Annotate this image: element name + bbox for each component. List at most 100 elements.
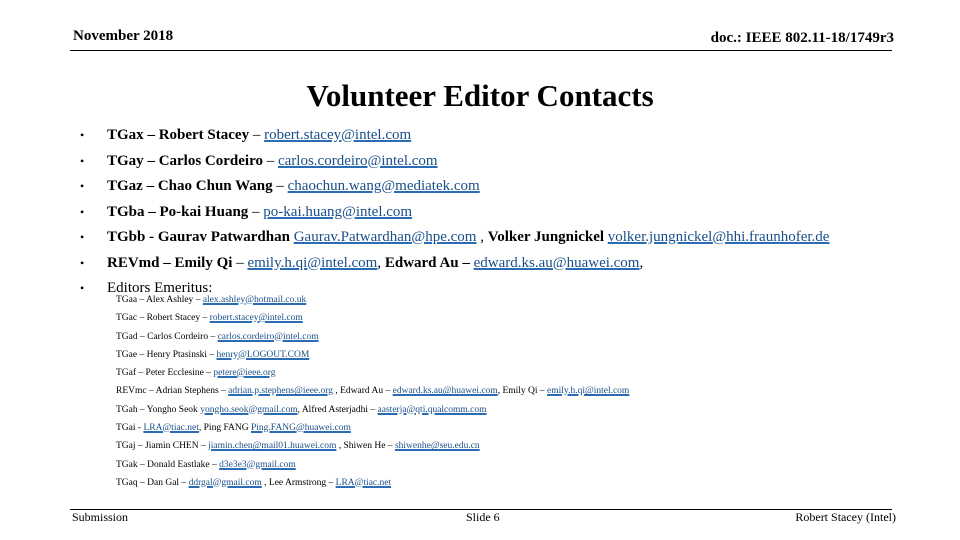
- email-link[interactable]: LRA@tiac.net: [336, 478, 391, 488]
- separator: –: [458, 254, 474, 271]
- email-link[interactable]: volker.jungnickel@hhi.fraunhofer.de: [608, 229, 830, 245]
- bullet-icon: •: [80, 230, 85, 244]
- email-link[interactable]: edward.ks.au@huawei.com: [393, 386, 498, 396]
- email-link[interactable]: emily.h.qi@intel.com: [547, 386, 629, 396]
- list-item: TGai - LRA@tiac.net, Ping FANG Ping.FANG…: [116, 421, 629, 439]
- email-link[interactable]: robert.stacey@intel.com: [210, 313, 303, 323]
- task-group: TGbb: [107, 229, 146, 245]
- editor-name: Po-kai Huang: [159, 203, 249, 220]
- task-group: TGaz: [107, 178, 143, 194]
- editor-entry: TGak – Donald Eastlake –: [116, 459, 220, 470]
- list-item: TGae – Henry Ptasinski – henry@LOGOUT.CO…: [116, 348, 629, 366]
- footer-submission: Submission: [72, 510, 129, 524]
- email-link[interactable]: carlos.cordeiro@intel.com: [278, 153, 438, 169]
- email-link[interactable]: edward.ks.au@huawei.com: [474, 255, 640, 271]
- editor-name: Chao Chun Wang: [157, 178, 273, 194]
- email-link[interactable]: petere@ieee.org: [213, 368, 275, 378]
- list-item: TGaq – Dan Gal – ddrgal@gmail.com , Lee …: [116, 476, 629, 494]
- list-item: • TGbb - Gaurav Patwardhan Gaurav.Patwar…: [80, 226, 829, 252]
- email-link[interactable]: Gaurav.Patwardhan@hpe.com: [294, 229, 477, 245]
- bullet-icon: •: [80, 281, 85, 295]
- email-link[interactable]: adrian.p.stephens@ieee.org: [228, 386, 333, 396]
- editor-entry: TGaf – Peter Ecclesine –: [116, 368, 214, 379]
- task-group: TGax: [107, 127, 144, 143]
- editor-name: Emily Qi: [174, 254, 233, 271]
- separator: –: [144, 203, 160, 220]
- separator: ,: [476, 229, 488, 245]
- email-link[interactable]: yongho.seok@gmail.com: [200, 405, 297, 415]
- email-link[interactable]: aasterja@qti.qualcomm.com: [378, 405, 487, 415]
- list-item: • TGay – Carlos Cordeiro – carlos.cordei…: [80, 150, 829, 176]
- separator: –: [249, 127, 265, 143]
- separator: –: [248, 203, 264, 220]
- email-link[interactable]: robert.stacey@intel.com: [264, 127, 411, 143]
- editor-name: Gaurav Patwardhan: [157, 229, 290, 245]
- editor-name: Volker Jungnickel: [487, 229, 605, 245]
- email-link[interactable]: shiwenhe@seu.edu.cn: [395, 441, 480, 451]
- list-item: TGaj – Jiamin CHEN – jiamin.chen@mail01.…: [116, 439, 629, 457]
- editor-entry: TGaq – Dan Gal –: [116, 477, 189, 488]
- task-group: TGay: [107, 152, 144, 169]
- separator: -: [145, 229, 158, 245]
- bullet-icon: •: [80, 153, 85, 168]
- header-divider: [70, 50, 892, 51]
- editor-entry: TGac – Robert Stacey –: [116, 313, 210, 324]
- separator: –: [232, 254, 248, 271]
- editor-entry: , Lee Armstrong –: [261, 477, 336, 488]
- editor-entry: REVmc – Adrian Stephens –: [116, 386, 229, 397]
- list-item: • TGax – Robert Stacey – robert.stacey@i…: [80, 124, 829, 150]
- email-link[interactable]: henry@LOGOUT.COM: [217, 350, 310, 360]
- email-link[interactable]: jiamin.chen@mail01.huawei.com: [208, 441, 336, 451]
- separator: ,: [639, 254, 644, 271]
- editor-entry: TGaj – Jiamin CHEN –: [116, 441, 209, 452]
- list-item: TGah – Yongho Seok yongho.seok@gmail.com…: [116, 403, 629, 421]
- editor-name: Robert Stacey: [158, 127, 250, 143]
- slide-title: Volunteer Editor Contacts: [306, 78, 654, 113]
- editor-name: Edward Au: [384, 254, 459, 271]
- editor-entry: , Emily Qi –: [497, 386, 548, 397]
- separator: –: [142, 178, 158, 194]
- list-item: TGak – Donald Eastlake – d3e3e3@gmail.co…: [116, 458, 629, 476]
- email-link[interactable]: d3e3e3@gmail.com: [219, 460, 296, 470]
- bullet-icon: •: [80, 204, 85, 219]
- list-item: • REVmd – Emily Qi – emily.h.qi@intel.co…: [80, 252, 829, 278]
- list-item: • TGba – Po-kai Huang – po-kai.huang@int…: [80, 201, 829, 227]
- editor-entry: TGah – Yongho Seok: [116, 404, 201, 415]
- emeritus-list: TGaa – Alex Ashley – alex.ashley@hotmail…: [116, 293, 629, 494]
- list-item: TGaa – Alex Ashley – alex.ashley@hotmail…: [116, 293, 629, 311]
- editor-entry: TGae – Henry Ptasinski –: [116, 349, 217, 360]
- list-item: REVmc – Adrian Stephens – adrian.p.steph…: [116, 384, 629, 402]
- editor-entry: , Shiwen He –: [336, 441, 395, 452]
- task-group: TGba: [107, 203, 145, 220]
- separator: ,: [377, 254, 385, 271]
- email-link[interactable]: carlos.cordeiro@intel.com: [218, 332, 319, 342]
- email-link[interactable]: po-kai.huang@intel.com: [263, 204, 412, 220]
- list-item: TGad – Carlos Cordeiro – carlos.cordeiro…: [116, 330, 629, 348]
- bullet-icon: •: [80, 179, 85, 193]
- footer-author: Robert Stacey (Intel): [795, 510, 896, 524]
- header-doc-number: doc.: IEEE 802.11-18/1749r3: [710, 30, 894, 46]
- editor-name: Carlos Cordeiro: [158, 152, 263, 169]
- separator: –: [272, 178, 288, 194]
- editor-contacts-list: • TGax – Robert Stacey – robert.stacey@i…: [80, 124, 829, 303]
- email-link[interactable]: chaochun.wang@mediatek.com: [288, 178, 480, 194]
- editor-entry: TGad – Carlos Cordeiro –: [116, 331, 218, 342]
- email-link[interactable]: LRA@tiac.net: [143, 423, 198, 433]
- email-link[interactable]: emily.h.qi@intel.com: [247, 255, 377, 271]
- email-link[interactable]: alex.ashley@hotmail.co.uk: [203, 295, 306, 305]
- task-group: REVmd: [107, 254, 160, 271]
- list-item: TGaf – Peter Ecclesine – petere@ieee.org: [116, 366, 629, 384]
- separator: –: [143, 152, 159, 169]
- separator: –: [262, 152, 278, 169]
- list-item: • TGaz – Chao Chun Wang – chaochun.wang@…: [80, 175, 829, 201]
- email-link[interactable]: ddrgal@gmail.com: [189, 478, 262, 488]
- bullet-icon: •: [80, 128, 85, 142]
- separator: –: [143, 127, 159, 143]
- editor-entry: , Ping FANG: [198, 423, 251, 434]
- separator: –: [159, 254, 175, 271]
- editor-entry: TGaa – Alex Ashley –: [116, 295, 203, 305]
- bullet-icon: •: [80, 255, 85, 270]
- list-item: TGac – Robert Stacey – robert.stacey@int…: [116, 311, 629, 329]
- editor-entry: , Edward Au –: [333, 386, 393, 397]
- email-link[interactable]: Ping.FANG@huawei.com: [251, 423, 351, 433]
